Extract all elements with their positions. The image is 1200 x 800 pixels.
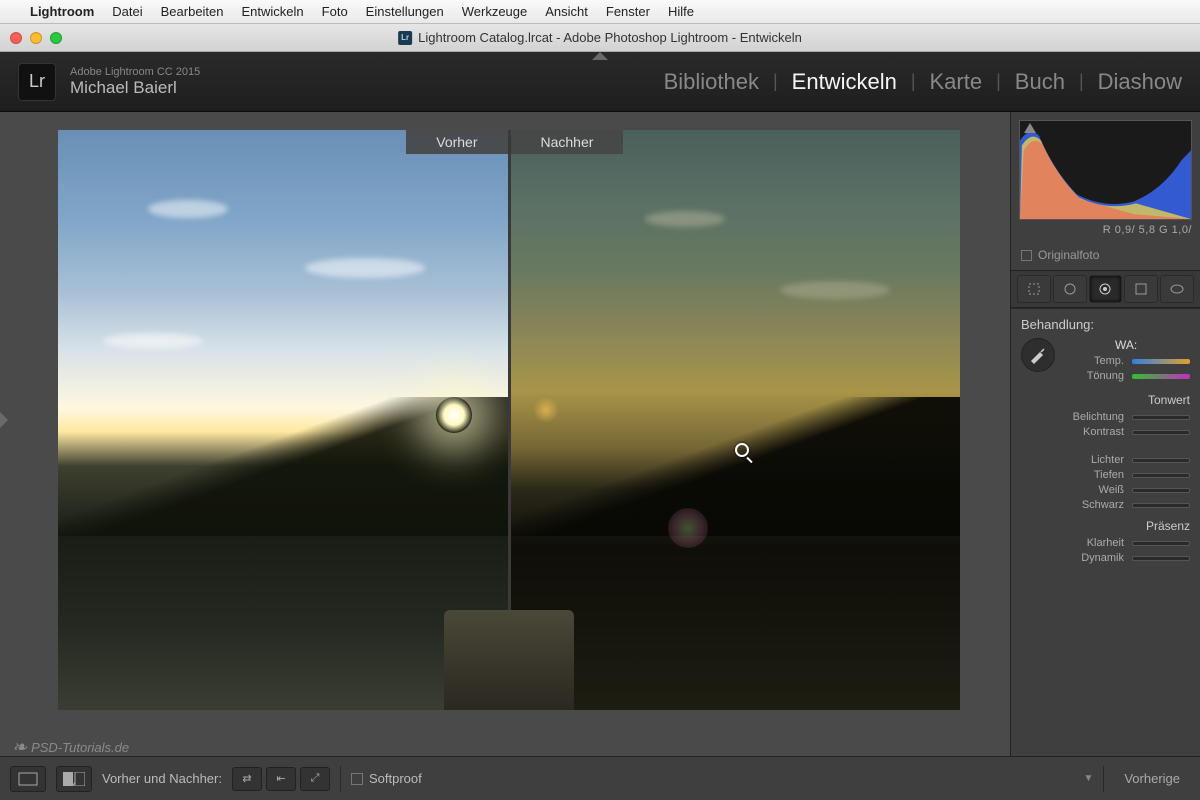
window-titlebar: Lr Lightroom Catalog.lrcat - Adobe Photo…	[0, 24, 1200, 52]
schwarz-label: Schwarz	[1082, 499, 1124, 511]
before-after-view-button[interactable]	[56, 766, 92, 792]
module-diashow[interactable]: Diashow	[1098, 69, 1182, 95]
kontrast-label: Kontrast	[1083, 426, 1124, 438]
module-entwickeln[interactable]: Entwickeln	[792, 69, 897, 95]
menu-ansicht[interactable]: Ansicht	[545, 4, 588, 19]
lichter-slider[interactable]	[1132, 458, 1190, 463]
weiss-label: Weiß	[1099, 484, 1124, 496]
menu-einstellungen[interactable]: Einstellungen	[366, 4, 444, 19]
shadow-clip-icon[interactable]	[1024, 123, 1036, 133]
version-label: Adobe Lightroom CC 2015	[70, 66, 200, 78]
macos-menubar: Lightroom Datei Bearbeiten Entwickeln Fo…	[0, 0, 1200, 24]
belichtung-label: Belichtung	[1073, 411, 1124, 423]
develop-viewer: Vorher Nachher	[8, 112, 1010, 756]
behandlung-header: Behandlung:	[1021, 317, 1190, 332]
tiefen-label: Tiefen	[1094, 469, 1124, 481]
wreath-icon: ❧	[12, 737, 27, 758]
sun-highlight	[436, 397, 472, 433]
schwarz-slider[interactable]	[1132, 503, 1190, 508]
swap-before-after-button[interactable]: ⇄	[232, 767, 262, 791]
klarheit-slider[interactable]	[1132, 541, 1190, 546]
before-after-compare[interactable]: Vorher Nachher	[58, 130, 960, 710]
traffic-lights	[10, 32, 62, 44]
user-name: Michael Baierl	[70, 78, 200, 98]
copy-after-to-before-button[interactable]: ⤢	[300, 767, 330, 791]
softproof-toggle[interactable]: Softproof	[351, 771, 422, 786]
lightroom-logo-icon: Lr	[18, 63, 56, 101]
local-adjust-toolstrip	[1011, 270, 1200, 308]
kontrast-slider[interactable]	[1132, 430, 1190, 435]
before-label: Vorher	[406, 130, 507, 154]
minimize-window-button[interactable]	[30, 32, 42, 44]
prasenz-header: Präsenz	[1021, 519, 1190, 533]
tint-label: Tönung	[1087, 370, 1124, 382]
menu-foto[interactable]: Foto	[322, 4, 348, 19]
white-balance-eyedropper[interactable]	[1021, 338, 1055, 372]
lightroom-doc-icon: Lr	[398, 31, 412, 45]
copy-before-to-after-button[interactable]: ⇤	[266, 767, 296, 791]
temp-label: Temp.	[1094, 355, 1124, 367]
close-window-button[interactable]	[10, 32, 22, 44]
lightroom-header: Lr Adobe Lightroom CC 2015 Michael Baier…	[0, 52, 1200, 112]
originalfoto-row[interactable]: Originalfoto	[1011, 244, 1200, 270]
menubar-app[interactable]: Lightroom	[30, 4, 94, 19]
crop-tool[interactable]	[1017, 275, 1051, 303]
top-panel-collapse-icon[interactable]	[592, 52, 608, 60]
redeye-tool[interactable]	[1089, 275, 1123, 303]
develop-right-panel: R 0,9/ 5,8 G 1,0/ Originalfoto Behandlun…	[1010, 112, 1200, 756]
tiefen-slider[interactable]	[1132, 473, 1190, 478]
after-label: Nachher	[511, 130, 624, 154]
wa-label: WA:	[1115, 338, 1190, 352]
foreground-pedestal	[444, 610, 574, 710]
window-title: Lr Lightroom Catalog.lrcat - Adobe Photo…	[398, 30, 802, 45]
after-pane: Nachher	[508, 130, 961, 710]
histogram-readout: R 0,9/ 5,8 G 1,0/	[1019, 220, 1192, 240]
menu-fenster[interactable]: Fenster	[606, 4, 650, 19]
before-after-label: Vorher und Nachher:	[102, 771, 222, 786]
watermark: ❧ PSD-Tutorials.de	[12, 737, 129, 758]
histogram[interactable]	[1019, 120, 1192, 220]
module-bibliothek[interactable]: Bibliothek	[664, 69, 759, 95]
tint-slider[interactable]	[1132, 374, 1190, 379]
develop-toolbar: Vorher und Nachher: ⇄ ⇤ ⤢ Softproof ▼ Vo…	[0, 756, 1200, 800]
before-pane: Vorher	[58, 130, 508, 710]
dynamik-label: Dynamik	[1081, 552, 1124, 564]
softproof-checkbox[interactable]	[351, 773, 363, 785]
tonwert-header: Tonwert	[1021, 393, 1190, 407]
gradient-tool[interactable]	[1124, 275, 1158, 303]
module-buch[interactable]: Buch	[1015, 69, 1065, 95]
weiss-slider[interactable]	[1132, 488, 1190, 493]
belichtung-slider[interactable]	[1132, 415, 1190, 420]
temp-slider[interactable]	[1132, 359, 1190, 364]
loupe-view-button[interactable]	[10, 766, 46, 792]
menu-bearbeiten[interactable]: Bearbeiten	[161, 4, 224, 19]
module-karte[interactable]: Karte	[930, 69, 983, 95]
fullscreen-window-button[interactable]	[50, 32, 62, 44]
lichter-label: Lichter	[1091, 454, 1124, 466]
klarheit-label: Klarheit	[1087, 537, 1124, 549]
menu-datei[interactable]: Datei	[112, 4, 142, 19]
vorherige-button[interactable]: Vorherige	[1114, 771, 1190, 786]
radial-tool[interactable]	[1160, 275, 1194, 303]
identity-plate: Adobe Lightroom CC 2015 Michael Baierl	[70, 66, 200, 98]
toolbar-options-dropdown[interactable]: ▼	[1083, 773, 1093, 784]
spot-tool[interactable]	[1053, 275, 1087, 303]
module-picker: Bibliothek | Entwickeln | Karte | Buch |…	[664, 69, 1182, 95]
originalfoto-checkbox[interactable]	[1021, 250, 1032, 261]
menu-werkzeuge[interactable]: Werkzeuge	[462, 4, 528, 19]
menu-entwickeln[interactable]: Entwickeln	[242, 4, 304, 19]
left-panel-rail[interactable]	[0, 112, 8, 756]
menu-hilfe[interactable]: Hilfe	[668, 4, 694, 19]
dynamik-slider[interactable]	[1132, 556, 1190, 561]
